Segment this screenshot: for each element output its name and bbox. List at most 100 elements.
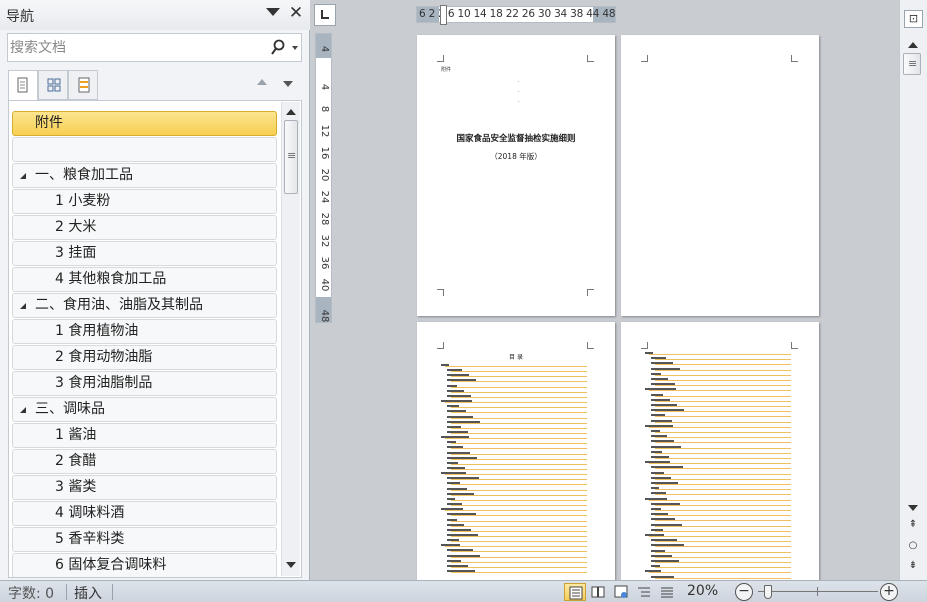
- toc-entry-text: [447, 492, 474, 495]
- toc-leader-line: [655, 385, 791, 387]
- search-options-dropdown-icon[interactable]: [292, 46, 298, 50]
- toc-entry-text: [447, 430, 468, 433]
- page-3[interactable]: 目 录: [417, 322, 615, 580]
- next-page-icon[interactable]: ⇟: [906, 560, 920, 571]
- vertical-ruler-tick: 12: [319, 124, 330, 138]
- heading-item[interactable]: 3 酱类: [12, 475, 277, 500]
- toc-leader-line: [655, 546, 791, 548]
- heading-item[interactable]: 6 固体复合调味料: [12, 553, 277, 577]
- tab-browse-results[interactable]: [68, 70, 98, 100]
- scroll-down-icon[interactable]: [286, 562, 296, 568]
- draft-button[interactable]: [656, 583, 678, 601]
- heading-item[interactable]: 3 食用油脂制品: [12, 371, 277, 396]
- full-screen-reading-button[interactable]: [587, 583, 609, 601]
- toc-entry-text: [651, 560, 679, 562]
- next-heading-icon[interactable]: [283, 81, 293, 87]
- toc-leader-line: [655, 416, 791, 418]
- pane-options-dropdown-icon[interactable]: [266, 8, 280, 16]
- toc-entry-text: [651, 419, 672, 422]
- print-layout-button[interactable]: [564, 583, 586, 601]
- heading-item-selected[interactable]: 附件: [12, 111, 277, 136]
- scroll-up-icon[interactable]: [286, 109, 296, 115]
- heading-item[interactable]: [12, 137, 277, 162]
- toc-entry-text: [447, 554, 480, 557]
- document-scrollbar[interactable]: ⊡ ⇞ ○ ⇟: [899, 0, 927, 580]
- word-count[interactable]: 字数: 0: [8, 583, 54, 602]
- toc-entry-text: [651, 404, 677, 406]
- heading-item[interactable]: 4 调味料酒: [12, 501, 277, 526]
- heading-item[interactable]: 1 食用植物油: [12, 319, 277, 344]
- toc-leader-line: [451, 556, 587, 558]
- page-4[interactable]: [621, 322, 819, 580]
- collapse-icon[interactable]: [20, 173, 26, 179]
- toc-entry-text: [447, 446, 463, 449]
- heading-item[interactable]: 一、粮食加工品: [12, 163, 277, 188]
- toc-leader-line: [655, 489, 791, 491]
- collapse-icon[interactable]: [20, 303, 26, 309]
- vertical-ruler[interactable]: 4 4 8 12 16 20 24 28 32 36 40 48: [315, 33, 332, 323]
- navigation-pane-title: 导航: [6, 9, 34, 25]
- scroll-thumb[interactable]: [903, 53, 921, 75]
- toc-entry-text: [441, 364, 449, 366]
- toc-entry-text: [651, 539, 677, 542]
- navigation-pane-header: 导航 ✕: [0, 0, 310, 30]
- toc-entry-text: [645, 497, 667, 500]
- toc-entry-text: [651, 482, 678, 484]
- toc-leader-line: [655, 562, 791, 563]
- previous-page-icon[interactable]: ⇞: [906, 519, 920, 530]
- toc-leader-line: [655, 520, 791, 522]
- heading-item[interactable]: 2 大米: [12, 215, 277, 240]
- search-input[interactable]: [10, 36, 265, 59]
- toc-entry-text: [447, 539, 459, 542]
- toc-entry-text: [645, 424, 673, 427]
- zoom-level[interactable]: 20%: [687, 583, 718, 599]
- heading-item[interactable]: 二、食用油、油脂及其制品: [12, 293, 277, 318]
- page-1[interactable]: 附件 · · · 国家食品安全监督抽检实施细则 （2018 年版）: [417, 35, 615, 316]
- heading-item[interactable]: 3 挂面: [12, 241, 277, 266]
- toc-heading: 目 录: [509, 354, 523, 361]
- horizontal-ruler[interactable]: 6 2 2 6 10 14 18 22 26 30 34 38 44 48: [416, 5, 616, 25]
- heading-item[interactable]: 2 食醋: [12, 449, 277, 474]
- heading-item[interactable]: 2 食用动物油脂: [12, 345, 277, 370]
- toc-leader-line: [451, 525, 587, 527]
- toc-leader-line: [451, 417, 587, 419]
- tab-stop-selector[interactable]: [314, 4, 336, 26]
- heading-item[interactable]: 1 酱油: [12, 423, 277, 448]
- scroll-down-icon[interactable]: [908, 505, 918, 511]
- zoom-slider-thumb[interactable]: [763, 585, 772, 599]
- tab-browse-pages[interactable]: [38, 70, 68, 100]
- scroll-thumb[interactable]: [284, 120, 298, 194]
- heading-item[interactable]: 4 其他粮食加工品: [12, 267, 277, 292]
- page-2[interactable]: [621, 35, 819, 316]
- collapse-icon[interactable]: [20, 407, 26, 413]
- toc-entry-text: [447, 533, 478, 536]
- toc-entry-text: [651, 398, 670, 401]
- heading-item[interactable]: 5 香辛料类: [12, 527, 277, 552]
- heading-item[interactable]: 三、调味品: [12, 397, 277, 422]
- web-layout-button[interactable]: [610, 583, 632, 601]
- toc-entry-text: [651, 471, 664, 474]
- close-icon[interactable]: ✕: [288, 3, 304, 23]
- heading-tree-scrollbar[interactable]: [281, 102, 300, 576]
- insert-mode[interactable]: 插入: [74, 583, 102, 602]
- outline-button[interactable]: [633, 583, 655, 601]
- tab-browse-headings[interactable]: [8, 70, 38, 101]
- toc-entry-text: [645, 388, 676, 391]
- heading-item[interactable]: 1 小麦粉: [12, 189, 277, 214]
- toc-entry-text: [441, 472, 466, 475]
- select-browse-object-icon[interactable]: ○: [906, 540, 920, 551]
- toc-leader-line: [451, 391, 587, 393]
- zoom-slider[interactable]: [758, 591, 878, 592]
- zoom-out-button[interactable]: −: [735, 583, 753, 601]
- toc-leader-line: [655, 551, 791, 553]
- previous-heading-icon[interactable]: [257, 79, 267, 85]
- scroll-up-icon[interactable]: [908, 42, 918, 48]
- toc-entry-text: [651, 575, 674, 578]
- toc-entry-text: [447, 451, 470, 454]
- indent-marker[interactable]: [440, 5, 447, 25]
- zoom-in-button[interactable]: +: [880, 583, 898, 601]
- view-ruler-icon[interactable]: ⊡: [904, 10, 923, 28]
- search-icon[interactable]: [270, 39, 286, 57]
- toc-entry-text: [447, 394, 471, 397]
- vertical-ruler-tick: 40: [319, 278, 330, 292]
